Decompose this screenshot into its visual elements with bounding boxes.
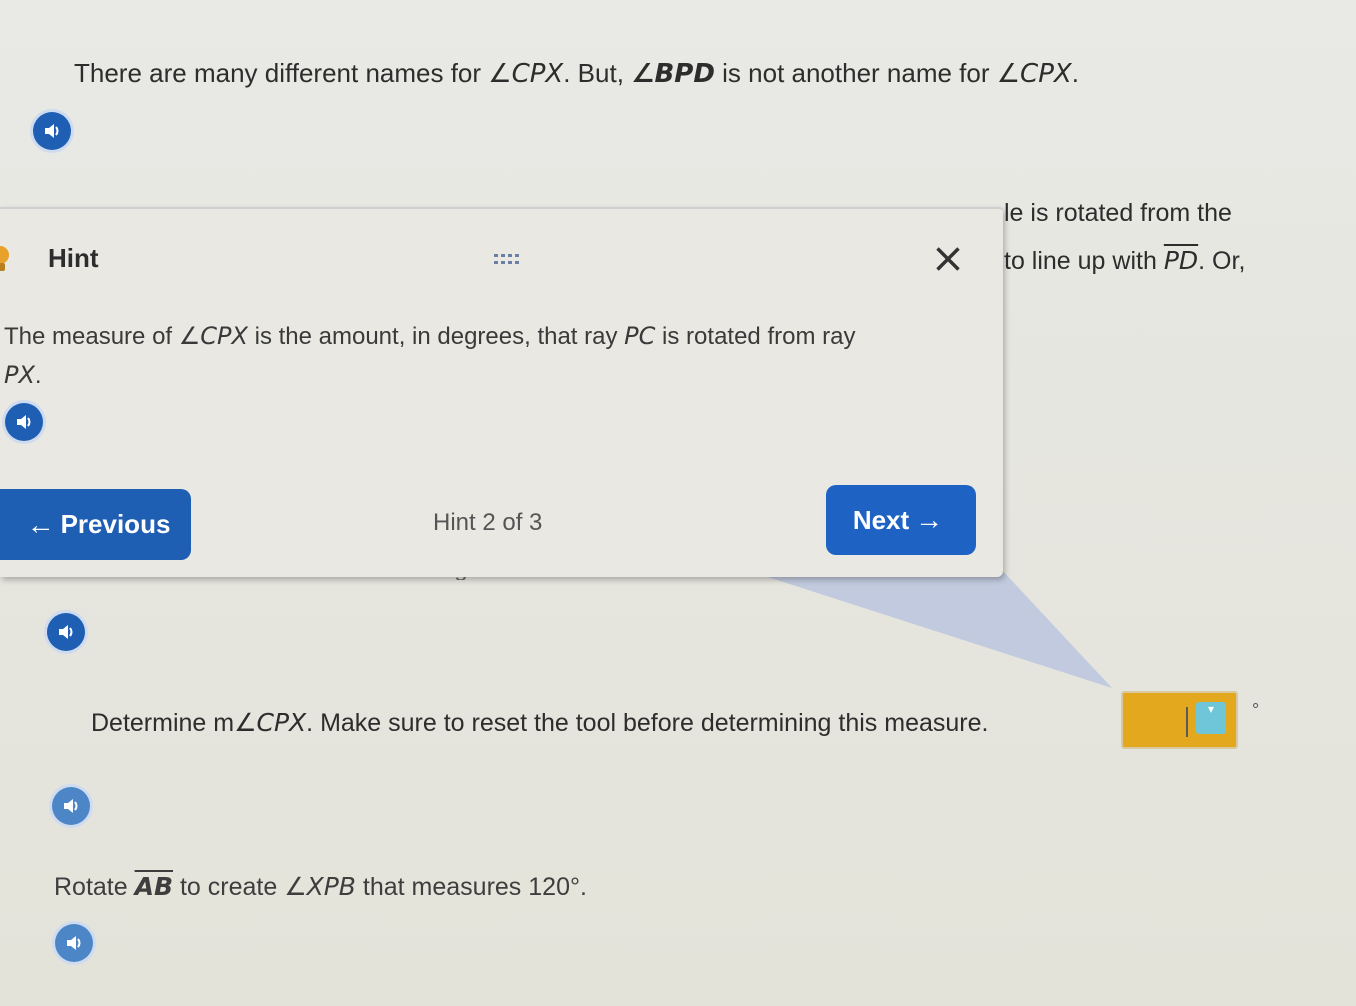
audio-button-task[interactable] — [55, 924, 93, 962]
audio-button-partial[interactable] — [47, 613, 85, 651]
behind-text-line1: le is rotated from the — [1004, 199, 1232, 227]
math-keypad-icon[interactable]: ▾ — [1196, 702, 1226, 734]
degree-unit: ° — [1252, 700, 1260, 720]
speaker-icon — [67, 936, 81, 950]
previous-hint-button[interactable]: ← Previous — [0, 489, 191, 560]
hint-title: Hint — [48, 243, 99, 273]
speaker-icon — [45, 124, 59, 138]
text-cursor — [1186, 707, 1188, 737]
ray-pd: PD — [1163, 246, 1199, 275]
speaker-icon — [64, 799, 78, 813]
angle-xpb: ∠XPB — [284, 872, 356, 901]
intro-text: There are many different names for ∠CPX.… — [74, 58, 1079, 89]
hint-body: The measure of ∠CPX is the amount, in de… — [4, 322, 856, 389]
drag-handle-icon[interactable] — [493, 253, 521, 267]
answer-input[interactable]: ▾ — [1121, 691, 1238, 749]
angle-cpx: ∠CPX — [488, 59, 564, 89]
line-ab: AB — [134, 872, 174, 901]
audio-button-hint[interactable] — [5, 403, 43, 441]
arrow-left-icon: ← — [26, 508, 55, 540]
angle-bpd: ∠BPD — [631, 59, 715, 89]
ray-pc: PC — [624, 322, 656, 350]
ray-px: PX — [4, 361, 35, 389]
audio-button-question[interactable] — [52, 787, 90, 825]
lightbulb-icon — [0, 246, 9, 271]
measure-value: 120° — [528, 873, 580, 901]
angle-cpx: ∠CPX — [178, 322, 248, 350]
close-icon[interactable] — [930, 241, 966, 277]
arrow-right-icon: → — [915, 504, 944, 535]
angle-cpx: ∠CPX — [996, 59, 1072, 89]
next-hint-button[interactable]: Next → — [826, 485, 976, 555]
speaker-icon — [17, 415, 31, 429]
question-text: Determine m∠CPX. Make sure to reset the … — [91, 708, 989, 737]
task-text: Rotate AB to create ∠XPB that measures 1… — [54, 872, 587, 901]
hint-pointer — [740, 568, 1112, 688]
angle-cpx: ∠CPX — [234, 708, 307, 737]
audio-button-intro[interactable] — [33, 112, 71, 150]
speaker-icon — [59, 625, 73, 639]
behind-text-line2: to line up with PD. Or, — [1004, 246, 1246, 275]
hint-panel: Hint The measure of ∠CPX is the amount, … — [0, 207, 1003, 577]
hint-counter: Hint 2 of 3 — [433, 509, 543, 536]
